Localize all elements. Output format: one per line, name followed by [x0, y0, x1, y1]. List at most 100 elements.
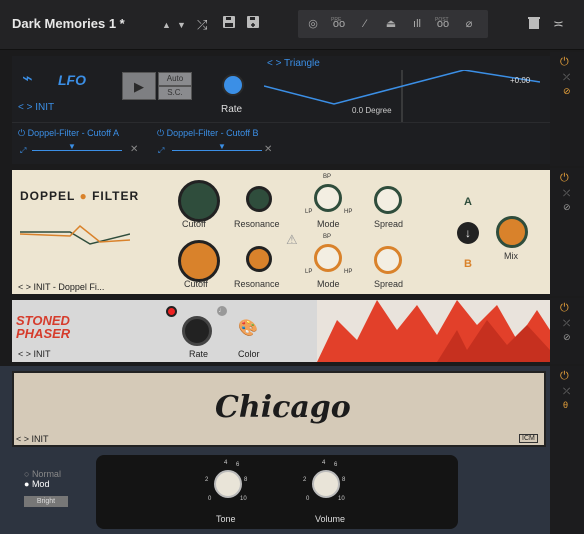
warning-icon: ⚠ — [286, 232, 298, 247]
sc-button[interactable]: S.C. — [158, 86, 192, 100]
doppel-filter-module: DOPPEL ● FILTER < > INIT - Doppel Fi... … — [12, 170, 550, 294]
channel-b-label: B — [464, 258, 472, 270]
filter-title-right: FILTER — [92, 189, 140, 203]
cutoff-a-knob[interactable] — [178, 180, 220, 222]
link-icon[interactable]: ⊘ — [563, 202, 571, 213]
save-icon[interactable] — [222, 15, 236, 33]
resonance-b-label: Resonance — [234, 279, 280, 289]
amp-preset-selector[interactable]: < > INIT — [16, 434, 49, 444]
save-as-icon[interactable] — [246, 15, 260, 33]
target-b-slider[interactable] — [172, 150, 262, 151]
collapse-icon[interactable]: ⤫ — [563, 318, 570, 329]
trash-icon[interactable] — [528, 16, 540, 34]
target-a-slider[interactable] — [32, 150, 122, 151]
post-icon[interactable]: POST oo — [432, 14, 454, 34]
metronome-icon[interactable]: ⏏ — [380, 14, 402, 34]
meter-icon[interactable]: ıll — [406, 14, 428, 34]
target-b-handle[interactable]: ▼ — [218, 142, 226, 151]
chevron-up-icon[interactable]: ▲ — [162, 17, 171, 33]
preset-title[interactable]: Dark Memories 1 * — [12, 16, 125, 31]
mode-a-hp: HP — [344, 209, 353, 215]
power-icon[interactable]: ⏻ — [560, 172, 569, 185]
spread-a-knob[interactable] — [374, 186, 402, 214]
target-b-label[interactable]: ⏻ Doppel-Filter - Cutoff B — [157, 128, 259, 139]
power-icon[interactable]: ⏻ — [560, 302, 569, 315]
cutoff-b-knob[interactable] — [178, 240, 220, 282]
shuffle-icon[interactable]: ⤮ — [197, 17, 207, 33]
link-icon[interactable]: θ — [563, 400, 568, 410]
rate-knob[interactable] — [222, 74, 244, 96]
volume-knob[interactable] — [312, 470, 340, 498]
power-icon[interactable]: ⏻ — [560, 370, 569, 383]
phaser-logo-bottom: PHASER — [16, 326, 71, 341]
phaser-color-label: Color — [238, 349, 260, 359]
resonance-b-knob[interactable] — [246, 246, 272, 272]
collapse-icon[interactable]: ⤫ — [563, 386, 570, 397]
mode-b-lp: LP — [305, 269, 313, 275]
close-icon[interactable]: ✕ — [130, 144, 138, 155]
power-icon[interactable]: ⏻ — [560, 56, 569, 69]
mode-b-bp: BP — [323, 234, 332, 240]
volume-scale-0: 0 — [306, 496, 310, 502]
mode-a-label: Mode — [317, 219, 340, 229]
tape-icon[interactable]: ⌀ — [458, 14, 480, 34]
spread-b-label: Spread — [374, 279, 404, 289]
arrow-down-icon[interactable]: ↓ — [457, 222, 479, 244]
collapse-icon[interactable]: ≍ — [553, 16, 564, 32]
tuner-icon[interactable]: ◎ — [302, 14, 324, 34]
pick-icon[interactable]: ⁄ — [354, 14, 376, 34]
mix-knob[interactable] — [496, 216, 528, 248]
volume-scale-6: 6 — [334, 462, 338, 468]
volume-scale-4: 4 — [322, 460, 326, 466]
tone-scale-10: 10 — [240, 496, 247, 502]
phaser-rate-knob[interactable] — [182, 316, 212, 346]
play-button[interactable]: ▶ — [122, 72, 156, 100]
phase-value[interactable]: 0.0 Degree — [352, 106, 392, 115]
tools-group: ◎ PRE oo ⁄ ⏏ ıll POST oo ⌀ — [298, 10, 488, 38]
target-a-handle[interactable]: ▼ — [68, 142, 76, 151]
tone-knob[interactable] — [214, 470, 242, 498]
chevron-down-icon[interactable]: ▼ — [177, 17, 186, 33]
mode-a-knob[interactable] — [314, 184, 342, 212]
palette-icon[interactable]: 🎨 — [238, 318, 258, 338]
waveform-selector[interactable]: < > Triangle — [267, 58, 320, 69]
spread-a-label: Spread — [374, 219, 404, 229]
filter-preset-selector[interactable]: < > INIT - Doppel Fi... — [18, 282, 104, 292]
volume-scale-8: 8 — [342, 477, 346, 483]
lfo-preset-selector[interactable]: < > INIT — [18, 102, 54, 113]
amp-side-strip: ⏻ ⤫ θ — [550, 366, 584, 534]
phaser-rate-label: Rate — [189, 349, 209, 359]
close-icon[interactable]: ✕ — [264, 144, 272, 155]
amp-brand-logo: ICM — [519, 434, 538, 443]
amp-control-panel — [96, 455, 458, 529]
cutoff-b-label: Cutoff — [184, 279, 208, 289]
target-a-label[interactable]: ⏻ Doppel-Filter - Cutoff A — [18, 128, 119, 139]
note-icon[interactable]: ♩ — [217, 306, 227, 316]
resonance-a-knob[interactable] — [246, 186, 272, 212]
divider — [12, 122, 550, 123]
amp-name: Chicago — [215, 390, 351, 425]
link-icon[interactable]: ⊘ — [563, 332, 571, 343]
target-b-text: Doppel-Filter - Cutoff B — [166, 128, 259, 138]
auto-button[interactable]: Auto — [158, 72, 192, 86]
mod-option[interactable]: ● Mod — [24, 479, 49, 489]
bright-button[interactable]: Bright — [24, 496, 68, 507]
normal-option[interactable]: ○ Normal — [24, 469, 61, 479]
pre-tag: PRE — [331, 17, 342, 23]
link-icon: ⤢ — [158, 146, 165, 155]
link-icon[interactable]: ⊘ — [563, 86, 571, 97]
power-icon[interactable]: ⏻ — [18, 128, 28, 138]
sync-led[interactable] — [166, 306, 177, 317]
phaser-artwork — [317, 300, 550, 362]
pre-icon[interactable]: PRE oo — [328, 14, 350, 34]
volume-scale-10: 10 — [338, 496, 345, 502]
mode-b-hp: HP — [344, 269, 353, 275]
collapse-icon[interactable]: ⤫ — [563, 188, 570, 199]
power-icon[interactable]: ⏻ — [157, 128, 167, 138]
collapse-icon[interactable]: ⤫ — [563, 72, 570, 83]
mode-b-knob[interactable] — [314, 244, 342, 272]
phaser-preset-selector[interactable]: < > INIT — [18, 349, 51, 359]
link-icon: ⤢ — [20, 146, 27, 155]
spread-b-knob[interactable] — [374, 246, 402, 274]
tone-scale-0: 0 — [208, 496, 212, 502]
